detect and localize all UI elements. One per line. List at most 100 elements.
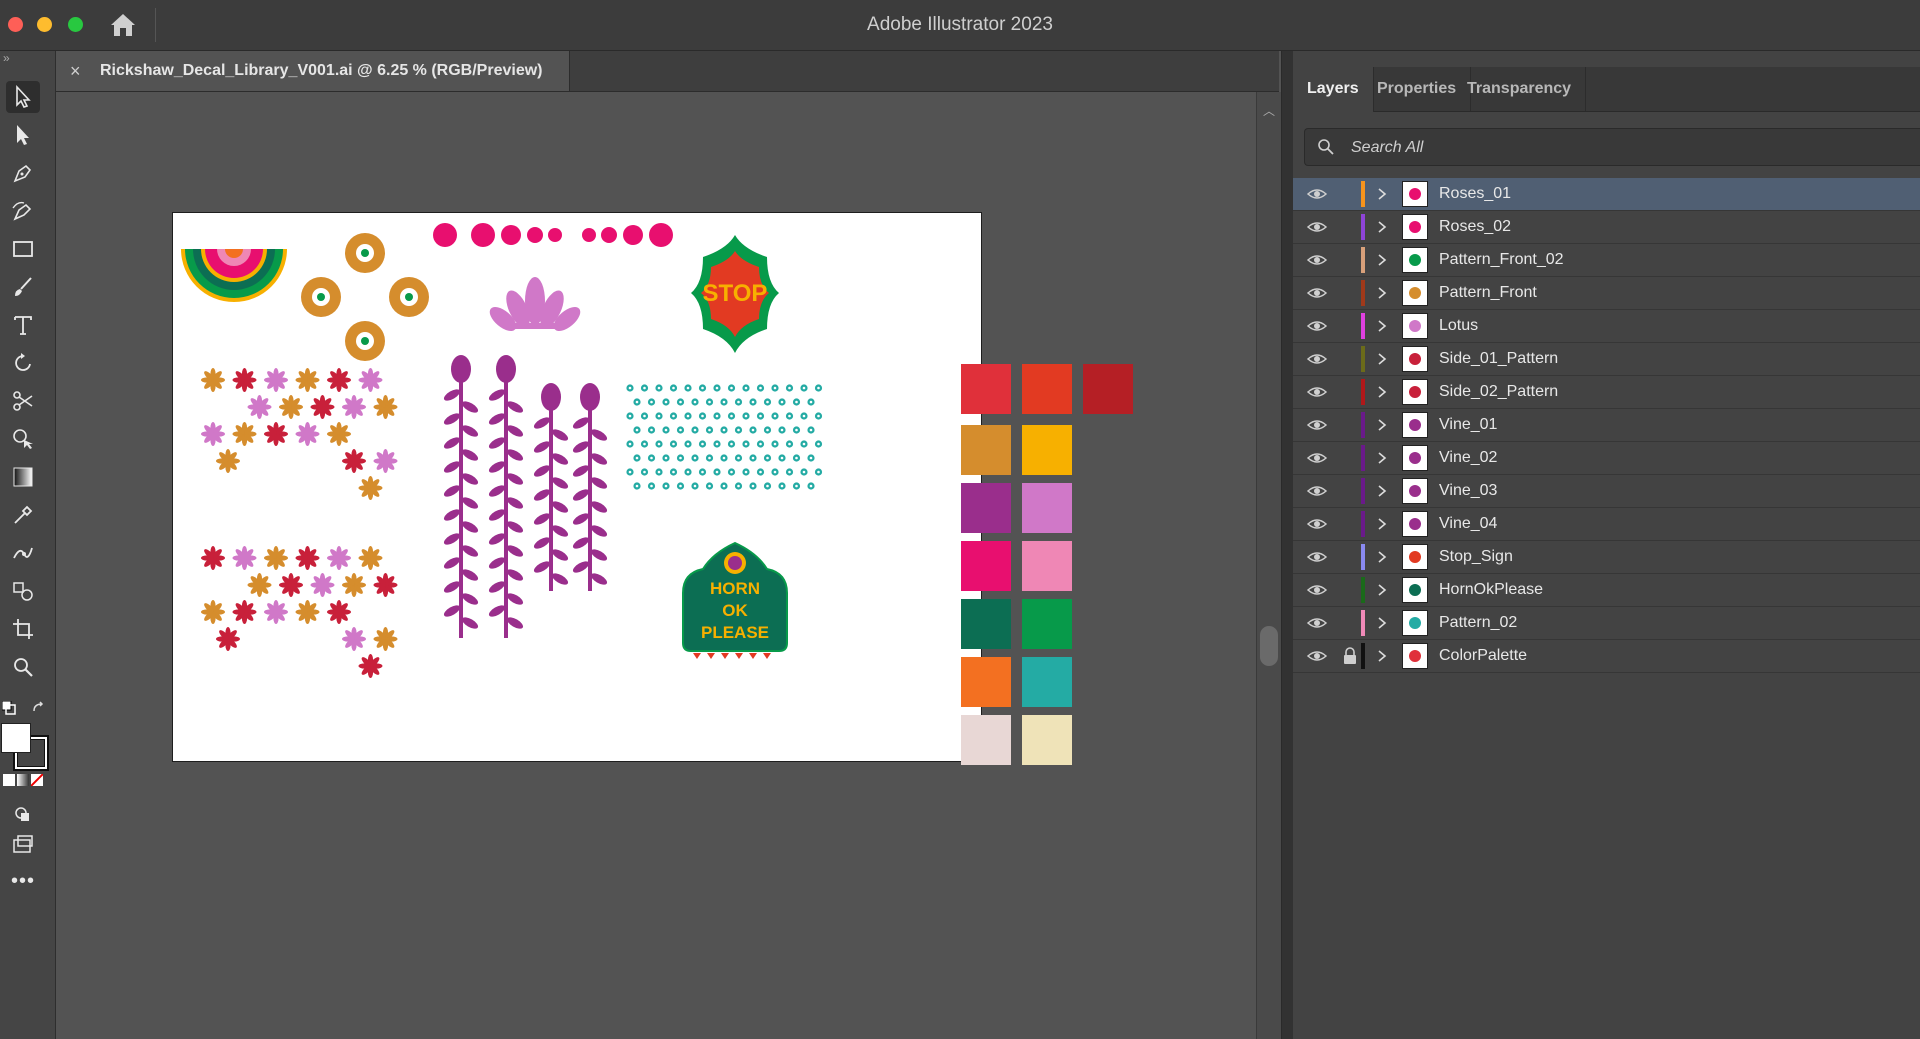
puppet-warp-tool[interactable] bbox=[6, 537, 40, 569]
eye-icon[interactable] bbox=[1307, 483, 1327, 499]
paintbrush-tool[interactable] bbox=[6, 271, 40, 303]
canvas[interactable]: STOP HORN OK PLEASE bbox=[56, 92, 1256, 1039]
eye-icon[interactable] bbox=[1307, 384, 1327, 400]
chevron-right-icon[interactable] bbox=[1376, 417, 1388, 433]
layer-row[interactable]: Vine_01 bbox=[1293, 409, 1920, 442]
chevron-right-icon[interactable] bbox=[1376, 549, 1388, 565]
palette-swatch[interactable] bbox=[1083, 364, 1133, 414]
eye-icon[interactable] bbox=[1307, 615, 1327, 631]
layer-name[interactable]: Lotus bbox=[1439, 310, 1478, 342]
chevron-right-icon[interactable] bbox=[1376, 252, 1388, 268]
layer-row[interactable]: Pattern_02 bbox=[1293, 607, 1920, 640]
eye-icon[interactable] bbox=[1307, 516, 1327, 532]
document-tab[interactable]: × Rickshaw_Decal_Library_V001.ai @ 6.25 … bbox=[56, 51, 570, 91]
tab-layers[interactable]: Layers bbox=[1293, 67, 1374, 112]
layer-row[interactable]: Stop_Sign bbox=[1293, 541, 1920, 574]
artboard[interactable]: STOP HORN OK PLEASE bbox=[172, 212, 982, 762]
color-mode-fill-icon[interactable] bbox=[3, 774, 15, 786]
layer-row[interactable]: Side_01_Pattern bbox=[1293, 343, 1920, 376]
layer-row[interactable]: Pattern_Front_02 bbox=[1293, 244, 1920, 277]
fill-swatch[interactable] bbox=[1, 723, 31, 753]
eye-icon[interactable] bbox=[1307, 351, 1327, 367]
palette-swatch[interactable] bbox=[961, 483, 1011, 533]
palette-swatch[interactable] bbox=[961, 599, 1011, 649]
screen-mode-tool[interactable] bbox=[6, 829, 40, 861]
scissors-tool[interactable] bbox=[6, 385, 40, 417]
layer-name[interactable]: Pattern_02 bbox=[1439, 607, 1517, 639]
layer-name[interactable]: Roses_01 bbox=[1439, 178, 1511, 210]
layer-row[interactable]: Pattern_Front bbox=[1293, 277, 1920, 310]
direct-selection-tool[interactable] bbox=[6, 119, 40, 151]
curvature-tool[interactable] bbox=[6, 195, 40, 227]
edit-toolbar-button[interactable]: ••• bbox=[6, 865, 40, 897]
layer-name[interactable]: Vine_04 bbox=[1439, 508, 1497, 540]
eye-icon[interactable] bbox=[1307, 318, 1327, 334]
eye-icon[interactable] bbox=[1307, 417, 1327, 433]
palette-swatch[interactable] bbox=[961, 364, 1011, 414]
eye-icon[interactable] bbox=[1307, 186, 1327, 202]
chevron-right-icon[interactable] bbox=[1376, 219, 1388, 235]
layer-name[interactable]: Pattern_Front bbox=[1439, 277, 1537, 309]
swap-fill-stroke-icon[interactable] bbox=[32, 701, 46, 715]
scrollbar-thumb[interactable] bbox=[1260, 626, 1278, 666]
layer-name[interactable]: Side_01_Pattern bbox=[1439, 343, 1558, 375]
palette-swatch[interactable] bbox=[961, 541, 1011, 591]
collapse-panel-icon[interactable]: » bbox=[3, 51, 10, 65]
palette-swatch[interactable] bbox=[961, 715, 1011, 765]
type-tool[interactable] bbox=[6, 309, 40, 341]
rectangle-tool[interactable] bbox=[6, 233, 40, 265]
chevron-right-icon[interactable] bbox=[1376, 351, 1388, 367]
layer-name[interactable]: HornOkPlease bbox=[1439, 574, 1543, 606]
gradient-mode-icon[interactable] bbox=[17, 774, 29, 786]
artboard-tool[interactable] bbox=[6, 613, 40, 645]
layer-row[interactable]: HornOkPlease bbox=[1293, 574, 1920, 607]
palette-swatch[interactable] bbox=[1022, 657, 1072, 707]
eye-icon[interactable] bbox=[1307, 582, 1327, 598]
layer-name[interactable]: Side_02_Pattern bbox=[1439, 376, 1558, 408]
palette-swatch[interactable] bbox=[1022, 483, 1072, 533]
chevron-right-icon[interactable] bbox=[1376, 483, 1388, 499]
gradient-tool[interactable] bbox=[6, 461, 40, 493]
palette-swatch[interactable] bbox=[1022, 715, 1072, 765]
layer-row[interactable]: Vine_02 bbox=[1293, 442, 1920, 475]
search-input[interactable] bbox=[1349, 129, 1913, 167]
palette-swatch[interactable] bbox=[1022, 541, 1072, 591]
palette-swatch[interactable] bbox=[1022, 599, 1072, 649]
layer-name[interactable]: Stop_Sign bbox=[1439, 541, 1513, 573]
layer-row[interactable]: Vine_03 bbox=[1293, 475, 1920, 508]
eye-icon[interactable] bbox=[1307, 450, 1327, 466]
canvas-vertical-scrollbar[interactable]: ︿ bbox=[1256, 92, 1281, 1039]
none-mode-icon[interactable] bbox=[31, 774, 43, 786]
layer-row[interactable]: Lotus bbox=[1293, 310, 1920, 343]
shape-builder-tool[interactable] bbox=[6, 423, 40, 455]
layer-row[interactable]: Roses_01 bbox=[1293, 178, 1920, 211]
draw-mode-tool[interactable] bbox=[6, 799, 40, 831]
zoom-tool[interactable] bbox=[6, 651, 40, 683]
chevron-right-icon[interactable] bbox=[1376, 648, 1388, 664]
layer-name[interactable]: Roses_02 bbox=[1439, 211, 1511, 243]
eyedropper-tool[interactable] bbox=[6, 499, 40, 531]
layer-name[interactable]: ColorPalette bbox=[1439, 640, 1527, 672]
eye-icon[interactable] bbox=[1307, 285, 1327, 301]
chevron-right-icon[interactable] bbox=[1376, 384, 1388, 400]
eye-icon[interactable] bbox=[1307, 549, 1327, 565]
palette-swatch[interactable] bbox=[1022, 364, 1072, 414]
close-icon[interactable]: × bbox=[70, 61, 88, 82]
palette-swatch[interactable] bbox=[961, 425, 1011, 475]
chevron-right-icon[interactable] bbox=[1376, 318, 1388, 334]
eye-icon[interactable] bbox=[1307, 648, 1327, 664]
chevron-right-icon[interactable] bbox=[1376, 582, 1388, 598]
layer-row[interactable]: Side_02_Pattern bbox=[1293, 376, 1920, 409]
layer-name[interactable]: Vine_01 bbox=[1439, 409, 1497, 441]
layer-name[interactable]: Vine_03 bbox=[1439, 475, 1497, 507]
chevron-right-icon[interactable] bbox=[1376, 615, 1388, 631]
palette-swatch[interactable] bbox=[1022, 425, 1072, 475]
tab-transparency[interactable]: Transparency bbox=[1453, 67, 1587, 111]
scroll-up-icon[interactable]: ︿ bbox=[1263, 102, 1275, 119]
color-mode-buttons[interactable] bbox=[3, 774, 47, 786]
layer-row[interactable]: Vine_04 bbox=[1293, 508, 1920, 541]
layer-row[interactable]: Roses_02 bbox=[1293, 211, 1920, 244]
chevron-right-icon[interactable] bbox=[1376, 285, 1388, 301]
rotate-tool[interactable] bbox=[6, 347, 40, 379]
lock-icon[interactable] bbox=[1343, 647, 1357, 665]
